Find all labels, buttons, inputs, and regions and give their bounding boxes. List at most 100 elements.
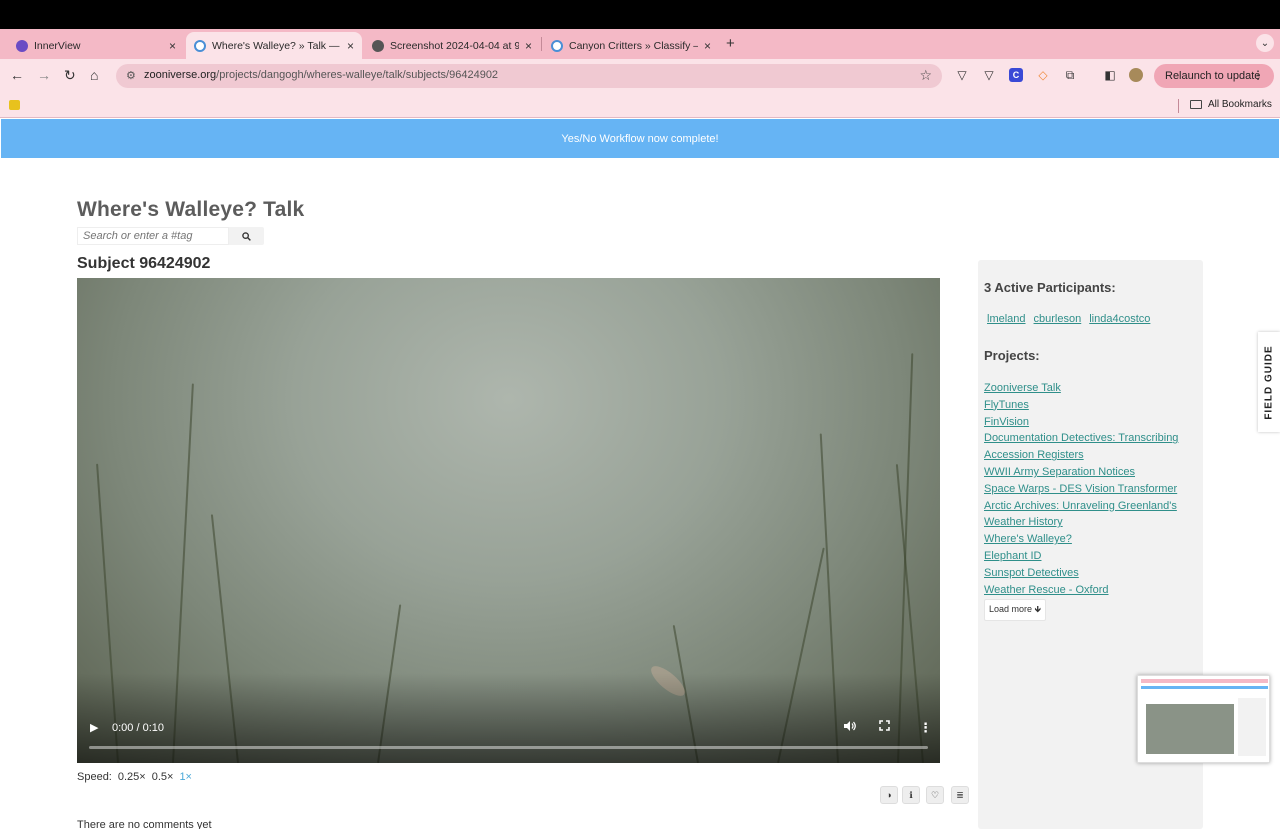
all-bookmarks-button[interactable]: All Bookmarks [1190, 99, 1272, 110]
relaunch-label: Relaunch to update [1165, 70, 1261, 82]
globe-icon [372, 39, 384, 52]
invert-colors-icon[interactable]: ◑ [880, 786, 898, 804]
tab-title: Screenshot 2024-04-04 at 9 [390, 39, 519, 52]
url-host: zooniverse.org [144, 69, 217, 81]
folder-icon [1190, 100, 1202, 109]
subject-title: Subject 96424902 [77, 255, 211, 272]
tab-strip: InnerView × Where's Walleye? » Talk — Zo… [0, 29, 1280, 59]
project-link[interactable]: Where's Walleye? [984, 533, 1072, 545]
close-icon[interactable]: × [704, 39, 711, 53]
tab-title: Where's Walleye? » Talk — Zo [212, 39, 341, 52]
menu-dots-icon[interactable]: ⋮ [1252, 68, 1264, 82]
close-icon[interactable]: × [347, 39, 354, 53]
project-link[interactable]: Accession Registers [984, 449, 1084, 461]
home-button[interactable]: ⌂ [90, 67, 98, 83]
screenshot-thumbnail[interactable] [1137, 675, 1270, 763]
project-link[interactable]: FlyTunes [984, 399, 1029, 411]
info-icon[interactable]: ℹ [902, 786, 920, 804]
subject-video[interactable]: ▶ 0:00 / 0:10 ⋮ [77, 278, 940, 763]
thumbnail-detail [1141, 679, 1268, 683]
new-tab-button[interactable]: + [726, 35, 735, 52]
no-comments-message: There are no comments yet [77, 819, 212, 829]
bookmarks-bar: All Bookmarks [0, 93, 1280, 118]
project-link[interactable]: Arctic Archives: Unraveling Greenland's [984, 500, 1177, 512]
profile-avatar[interactable] [1129, 68, 1143, 82]
speed-option-0-5[interactable]: 0.5× [152, 771, 174, 783]
play-button[interactable]: ▶ [90, 721, 98, 734]
tab-title: InnerView [34, 39, 81, 52]
tab-screenshot[interactable]: Screenshot 2024-04-04 at 9 × [364, 32, 540, 59]
browser-toolbar: ← → ↻ ⌂ ⚙ zooniverse.org/projects/dangog… [0, 59, 1280, 93]
search-icon[interactable] [229, 227, 264, 245]
speed-option-1[interactable]: 1× [179, 771, 192, 783]
participants-list: lmeland cburleson linda4costco [987, 313, 1150, 325]
project-link[interactable]: Space Warps - DES Vision Transformer [984, 483, 1177, 495]
project-link[interactable]: Weather History [984, 516, 1063, 528]
reload-button[interactable]: ↻ [64, 67, 76, 84]
tab-separator [541, 37, 542, 51]
tab-title: Canyon Critters » Classify — [569, 39, 698, 52]
relaunch-button[interactable]: Relaunch to update ⋮ [1154, 64, 1274, 88]
address-bar[interactable]: ⚙ zooniverse.org/projects/dangogh/wheres… [116, 64, 942, 88]
fullscreen-icon[interactable] [879, 720, 890, 734]
puzzle-extensions-icon[interactable]: ⧉ [1063, 68, 1077, 82]
banner-text: Yes/No Workflow now complete! [561, 132, 719, 145]
talk-search [77, 227, 264, 245]
project-link[interactable]: Sunspot Detectives [984, 567, 1079, 579]
side-panel-icon[interactable]: ◧ [1103, 68, 1117, 82]
bookmarks-separator [1178, 99, 1179, 113]
tab-list-button[interactable]: ⌄ [1256, 34, 1274, 52]
participants-heading: 3 Active Participants: [984, 280, 1116, 295]
forward-button[interactable]: → [37, 67, 51, 83]
participant-link[interactable]: lmeland [987, 313, 1026, 325]
site-settings-icon[interactable]: ⚙ [126, 69, 136, 82]
playback-speed: Speed: 0.25× 0.5× 1× [77, 771, 192, 783]
shield-extension-icon[interactable]: ▽ [955, 68, 969, 82]
speed-option-0-25[interactable]: 0.25× [118, 771, 146, 783]
url-text[interactable]: zooniverse.org/projects/dangogh/wheres-w… [144, 69, 498, 81]
zooniverse-icon [551, 39, 563, 52]
back-button[interactable]: ← [10, 67, 24, 83]
more-options-icon[interactable]: ⋮ [919, 720, 932, 736]
project-link[interactable]: WWII Army Separation Notices [984, 466, 1135, 478]
field-guide-tab[interactable]: FIELD GUIDE [1258, 332, 1280, 432]
field-guide-label: FIELD GUIDE [1263, 344, 1275, 420]
all-bookmarks-label: All Bookmarks [1208, 99, 1272, 110]
c-extension-icon[interactable]: C [1009, 68, 1023, 82]
os-menu-bar [0, 0, 1280, 29]
close-icon[interactable]: × [169, 39, 176, 53]
orange-extension-icon[interactable]: ◇ [1036, 68, 1050, 82]
tab-wheres-walleye-talk[interactable]: Where's Walleye? » Talk — Zo × [186, 32, 362, 59]
video-progress-bar[interactable] [89, 746, 928, 749]
project-link[interactable]: Documentation Detectives: Transcribing [984, 432, 1178, 444]
search-input[interactable] [77, 227, 229, 245]
project-link[interactable]: Weather Rescue - Oxford [984, 584, 1109, 596]
announcement-banner[interactable]: Yes/No Workflow now complete! [1, 119, 1279, 158]
bookmark-app-icon[interactable] [9, 100, 20, 110]
bookmark-star-icon[interactable]: ☆ [919, 67, 932, 84]
participant-link[interactable]: cburleson [1034, 313, 1082, 325]
participant-link[interactable]: linda4costco [1089, 313, 1150, 325]
video-controls-overlay [77, 673, 940, 763]
video-time: 0:00 / 0:10 [112, 722, 164, 734]
close-icon[interactable]: × [525, 39, 532, 53]
load-more-button[interactable]: Load more 🡻 [984, 599, 1046, 621]
thumbnail-detail [1141, 686, 1268, 689]
project-link[interactable]: Zooniverse Talk [984, 382, 1061, 394]
innerview-icon [16, 39, 28, 52]
tab-canyon-critters[interactable]: Canyon Critters » Classify — × [543, 32, 719, 59]
thumbnail-detail [1146, 704, 1234, 754]
page-title: Where's Walleye? Talk [77, 198, 305, 221]
favorite-heart-icon[interactable]: ♡ [926, 786, 944, 804]
project-link[interactable]: FinVision [984, 416, 1029, 428]
collections-list-icon[interactable]: ≣ [951, 786, 969, 804]
shield-extension-icon[interactable]: ▽ [982, 68, 996, 82]
project-link[interactable]: Elephant ID [984, 550, 1041, 562]
volume-icon[interactable] [843, 720, 856, 735]
thumbnail-detail [1238, 698, 1266, 756]
tab-innerview[interactable]: InnerView × [8, 32, 184, 59]
zooniverse-icon [194, 39, 206, 52]
speed-label: Speed: [77, 771, 112, 783]
projects-heading: Projects: [984, 348, 1040, 363]
projects-list: Zooniverse Talk FlyTunes FinVision Docum… [984, 380, 1198, 598]
